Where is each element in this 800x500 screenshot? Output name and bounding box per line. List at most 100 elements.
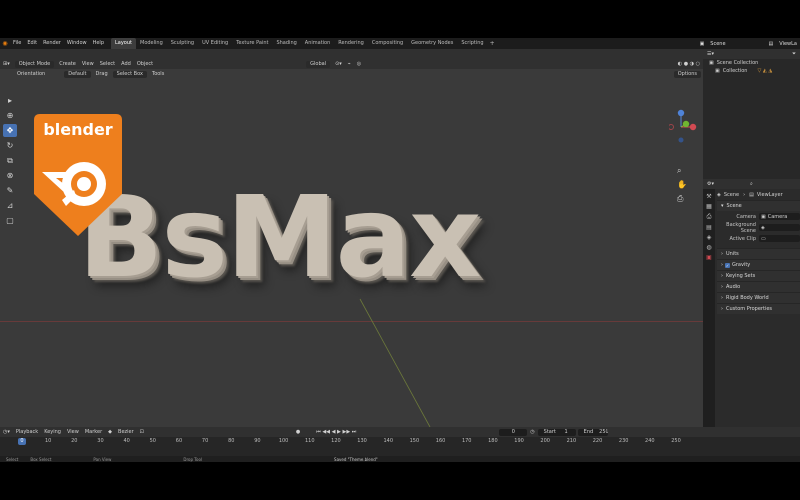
move-tool-icon[interactable]: ✥ xyxy=(3,124,17,137)
measure-tool-icon[interactable]: ⊿ xyxy=(3,199,17,212)
interpolation-select[interactable]: Bezier xyxy=(115,429,137,435)
tab-modeling[interactable]: Modeling xyxy=(136,38,167,49)
tools-label[interactable]: Tools xyxy=(149,71,167,77)
record-icon[interactable]: ● xyxy=(293,429,303,435)
scene-name[interactable]: Scene xyxy=(710,41,725,47)
pan-hand-icon[interactable]: ✋ xyxy=(677,180,687,189)
cursor-tool-icon[interactable]: ⊕ xyxy=(3,109,17,122)
render-tab-icon[interactable]: ▦ xyxy=(706,203,712,210)
tab-layout[interactable]: Layout xyxy=(111,38,136,49)
start-value: 1 xyxy=(564,429,568,435)
viewlayer-tab-icon[interactable]: ▤ xyxy=(706,224,712,231)
transform-orientation[interactable]: Global xyxy=(306,60,331,68)
scene-tab-icon[interactable]: ◈ xyxy=(707,234,712,241)
preview-range-icon[interactable]: ◷ xyxy=(527,429,537,435)
timeline-ruler[interactable]: 0 10 20 30 40 50 60 70 80 90 100 110 120 130 140 150 160… xyxy=(0,438,700,446)
menu-help[interactable]: Help xyxy=(90,38,107,49)
add-workspace-icon[interactable]: + xyxy=(490,40,495,47)
section-audio[interactable]: › Audio xyxy=(717,281,800,292)
properties-search-icon[interactable]: ⌕ xyxy=(750,181,753,187)
properties-panel: ⚙▾ ⌕ ⚒ ▦ ⎙ ▤ ◈ ◍ ▣ ◈ Scene › ▤ ViewLayer… xyxy=(703,179,800,427)
blender-menu-icon[interactable]: ◉ xyxy=(0,40,10,47)
navigation-gizmo[interactable]: ⌕ ✋ ⎙ xyxy=(668,94,699,214)
menu-playback[interactable]: Playback xyxy=(13,429,41,435)
world-tab-icon[interactable]: ◍ xyxy=(706,244,711,251)
3d-viewport[interactable]: ⊞▾ Object Mode Create View Select Add Ob… xyxy=(0,59,703,427)
mode-select[interactable]: Object Mode xyxy=(14,60,55,68)
viewlayer-name[interactable]: ViewLa xyxy=(779,41,797,47)
pivot-icon[interactable]: ⊙▾ xyxy=(332,61,345,67)
menu-add[interactable]: Add xyxy=(118,61,134,67)
outliner-item-scene-collection[interactable]: ▣ Scene Collection xyxy=(703,59,800,67)
transform-tool-icon[interactable]: ⊗ xyxy=(3,169,17,182)
playback-controls[interactable]: ⏮ ◀◀ ◀ ▶ ▶▶ ⏭ xyxy=(313,429,359,435)
active-clip-field[interactable]: ▭ xyxy=(759,235,800,242)
menu-window[interactable]: Window xyxy=(64,38,90,49)
menu-file[interactable]: File xyxy=(10,38,24,49)
section-rigid-body-world[interactable]: › Rigid Body World xyxy=(717,292,800,303)
menu-edit[interactable]: Edit xyxy=(24,38,40,49)
tab-compositing[interactable]: Compositing xyxy=(368,38,407,49)
create-menu[interactable]: Create xyxy=(56,61,79,67)
section-keying-sets[interactable]: › Keying Sets xyxy=(717,270,800,281)
section-label: Units xyxy=(726,251,739,257)
menu-marker[interactable]: Marker xyxy=(82,429,105,435)
scale-tool-icon[interactable]: ⧉ xyxy=(3,154,17,167)
section-gravity[interactable]: › ✓ Gravity xyxy=(717,259,800,270)
timeline-tick: 100 xyxy=(278,438,289,444)
current-frame-field[interactable]: 0 xyxy=(499,428,528,436)
outliner-filter-icon[interactable]: ⏷ xyxy=(792,51,796,57)
proportional-icon[interactable]: ◎ xyxy=(354,61,364,67)
section-custom-properties[interactable]: › Custom Properties xyxy=(717,303,800,314)
editor-type-icon[interactable]: ⊞▾ xyxy=(0,61,13,67)
properties-tabs: ⚒ ▦ ⎙ ▤ ◈ ◍ ▣ xyxy=(703,189,715,427)
rotate-tool-icon[interactable]: ↻ xyxy=(3,139,17,152)
tab-texture-paint[interactable]: Texture Paint xyxy=(232,38,272,49)
camera-view-icon[interactable]: ⎙ xyxy=(677,194,683,204)
start-frame-field[interactable]: Start 1 xyxy=(537,428,576,436)
auto-key-icon[interactable]: ⊡ xyxy=(137,429,147,435)
add-cube-tool-icon[interactable]: ▢ xyxy=(3,214,17,227)
background-scene-field[interactable]: ◈ xyxy=(759,224,800,231)
outliner-item-collection[interactable]: ▣ Collection ▽ ◭ ◮ xyxy=(703,67,800,75)
options-button[interactable]: Options xyxy=(673,70,701,78)
section-units[interactable]: › Units xyxy=(717,248,800,259)
axis-gizmo-icon[interactable] xyxy=(668,94,699,154)
outliner-editor-icon[interactable]: ☰▾ xyxy=(707,51,714,57)
keyframe-icon[interactable]: ◆ xyxy=(105,429,115,435)
camera-field[interactable]: ▣ Camera xyxy=(759,213,800,220)
collection-tab-icon[interactable]: ▣ xyxy=(706,254,712,261)
timeline-tick: 120 xyxy=(331,438,341,444)
tab-uv-editing[interactable]: UV Editing xyxy=(198,38,232,49)
active-clip-row: Active Clip ▭ xyxy=(717,233,800,244)
gravity-checkbox[interactable]: ✓ xyxy=(725,262,730,268)
tab-sculpting[interactable]: Sculpting xyxy=(167,38,198,49)
tab-scripting[interactable]: Scripting xyxy=(457,38,487,49)
timeline-tick: 140 xyxy=(383,438,394,444)
menu-keying[interactable]: Keying xyxy=(41,429,64,435)
playhead[interactable]: 0 xyxy=(18,438,26,445)
properties-editor-icon[interactable]: ⚙▾ xyxy=(707,181,714,187)
select-tool-icon[interactable]: ▸ xyxy=(3,94,17,107)
tab-animation[interactable]: Animation xyxy=(301,38,335,49)
drag-select[interactable]: Select Box xyxy=(112,70,147,78)
output-tab-icon[interactable]: ⎙ xyxy=(707,213,712,221)
viewport-shading-icons[interactable]: ◐ ● ◑ ○ xyxy=(675,61,703,67)
section-scene[interactable]: ▾ Scene xyxy=(717,200,800,211)
tab-shading[interactable]: Shading xyxy=(272,38,300,49)
menu-render[interactable]: Render xyxy=(40,38,64,49)
annotate-tool-icon[interactable]: ✎ xyxy=(3,184,17,197)
timeline-editor-icon[interactable]: ◷▾ xyxy=(0,429,13,435)
menu-object[interactable]: Object xyxy=(134,61,156,67)
end-frame-field[interactable]: End 250 xyxy=(577,428,608,436)
orientation-select[interactable]: Default xyxy=(64,70,91,78)
menu-view[interactable]: View xyxy=(79,61,97,67)
menu-select[interactable]: Select xyxy=(97,61,118,67)
zoom-icon[interactable]: ⌕ xyxy=(677,166,681,176)
background-scene-row: Background Scene ◈ xyxy=(717,222,800,234)
menu-view[interactable]: View xyxy=(64,429,82,435)
tab-geometry-nodes[interactable]: Geometry Nodes xyxy=(407,38,457,49)
tab-rendering[interactable]: Rendering xyxy=(334,38,368,49)
tool-tab-icon[interactable]: ⚒ xyxy=(706,193,711,200)
snap-icon[interactable]: ⌁ xyxy=(345,61,354,67)
